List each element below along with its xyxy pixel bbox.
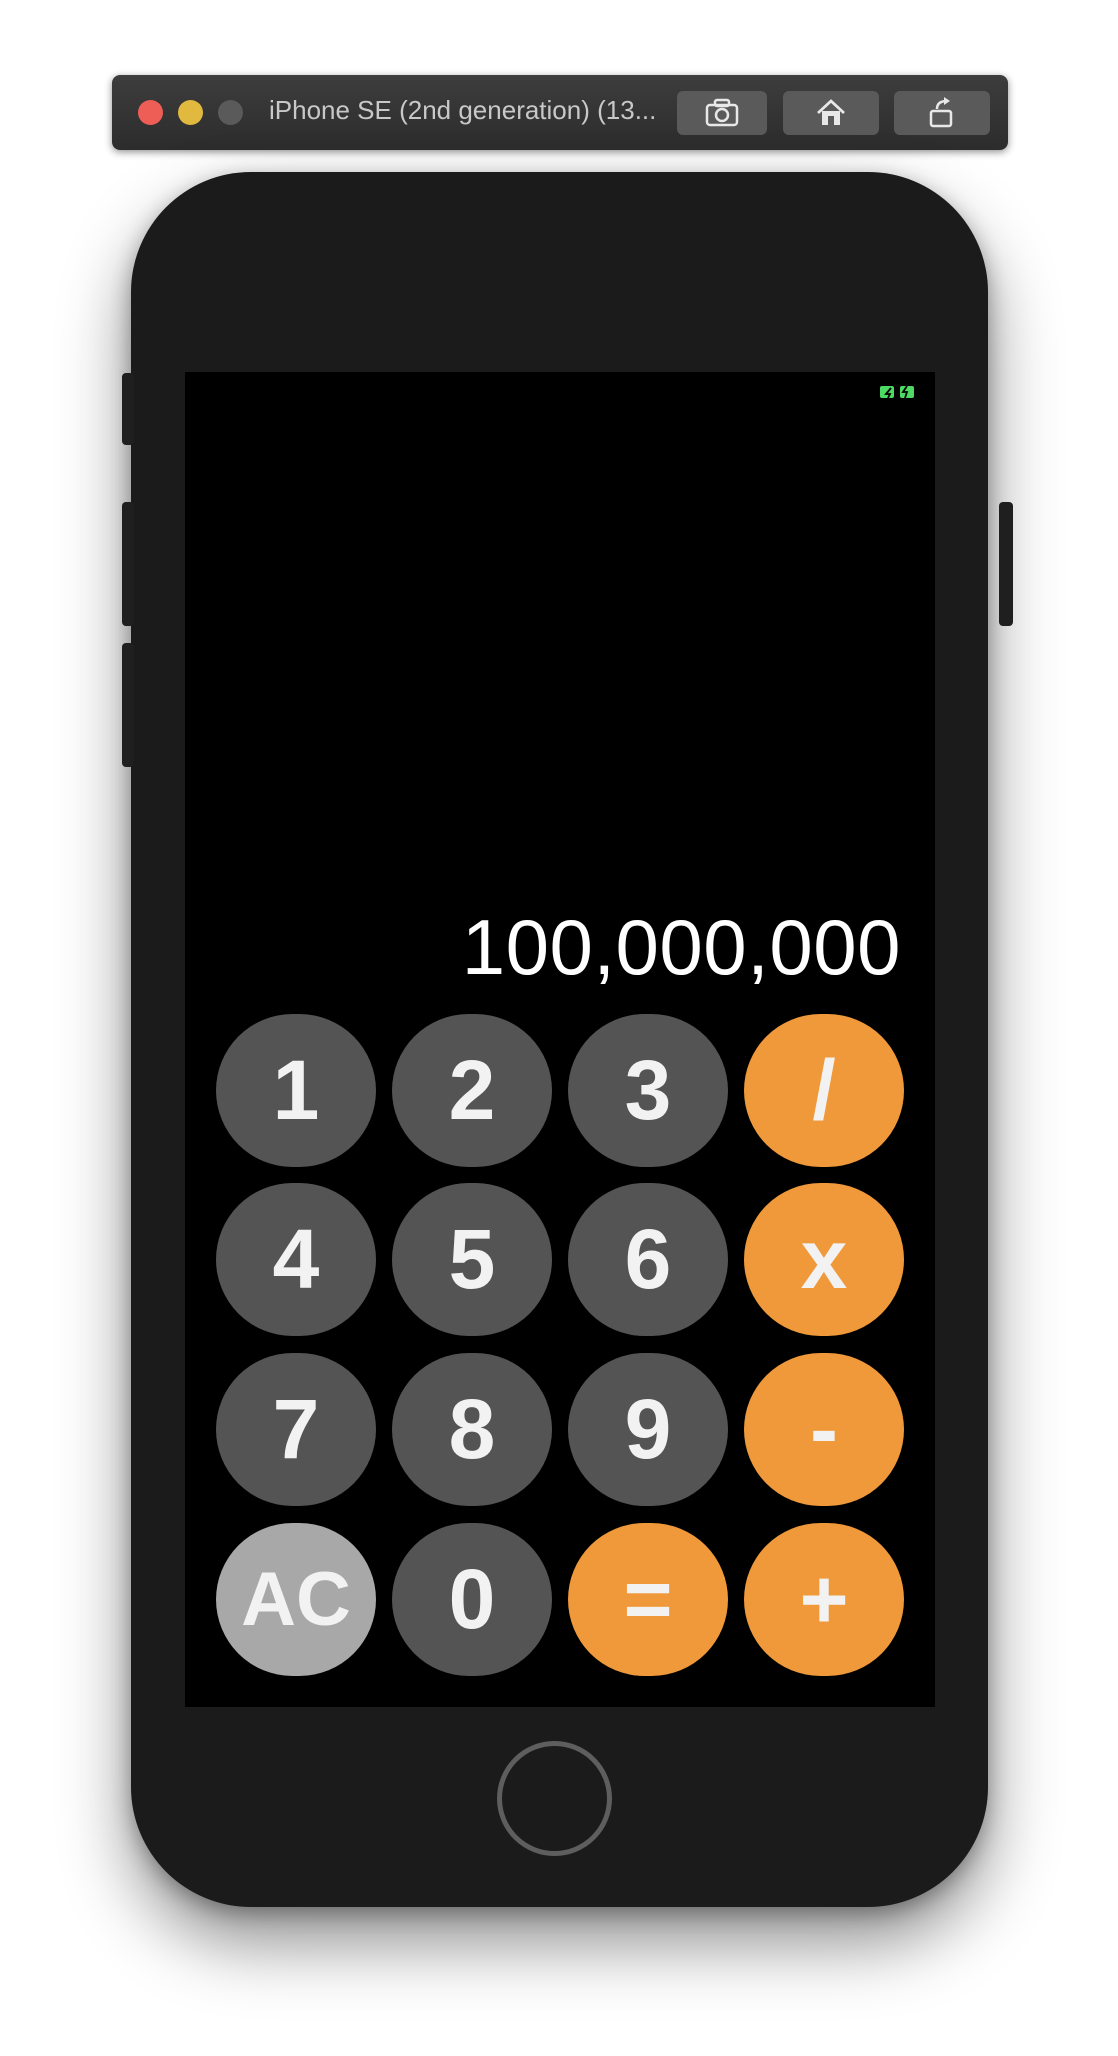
volume-down-button[interactable] — [122, 643, 134, 767]
camera-icon — [705, 98, 739, 127]
phone-screen: 100,000,000 1 2 3 / 4 5 6 x 7 8 9 - AC 0… — [185, 372, 935, 1707]
key-1[interactable]: 1 — [216, 1014, 376, 1167]
calculator-display: 100,000,000 — [461, 903, 901, 991]
rotate-button[interactable] — [894, 91, 990, 135]
key-9[interactable]: 9 — [568, 1353, 728, 1506]
rotate-icon — [929, 97, 953, 128]
home-button[interactable] — [497, 1741, 612, 1856]
key-5[interactable]: 5 — [392, 1183, 552, 1336]
key-3[interactable]: 3 — [568, 1014, 728, 1167]
key-7[interactable]: 7 — [216, 1353, 376, 1506]
simulator-title-bar: iPhone SE (2nd generation) (13... — [112, 75, 1008, 150]
key-add[interactable]: + — [744, 1523, 904, 1676]
close-window-button[interactable] — [138, 100, 163, 125]
key-divide[interactable]: / — [744, 1014, 904, 1167]
house-icon — [817, 99, 845, 125]
key-6[interactable]: 6 — [568, 1183, 728, 1336]
volume-up-button[interactable] — [122, 502, 134, 626]
key-2[interactable]: 2 — [392, 1014, 552, 1167]
key-8[interactable]: 8 — [392, 1353, 552, 1506]
key-multiply[interactable]: x — [744, 1183, 904, 1336]
zoom-window-button[interactable] — [218, 100, 243, 125]
key-all-clear[interactable]: AC — [216, 1523, 376, 1676]
battery-icon — [880, 385, 914, 399]
key-0[interactable]: 0 — [392, 1523, 552, 1676]
key-subtract[interactable]: - — [744, 1353, 904, 1506]
key-equals[interactable]: = — [568, 1523, 728, 1676]
key-4[interactable]: 4 — [216, 1183, 376, 1336]
mute-switch[interactable] — [122, 373, 134, 445]
home-toolbar-button[interactable] — [783, 91, 879, 135]
minimize-window-button[interactable] — [178, 100, 203, 125]
screenshot-button[interactable] — [677, 91, 767, 135]
power-button[interactable] — [999, 502, 1013, 626]
